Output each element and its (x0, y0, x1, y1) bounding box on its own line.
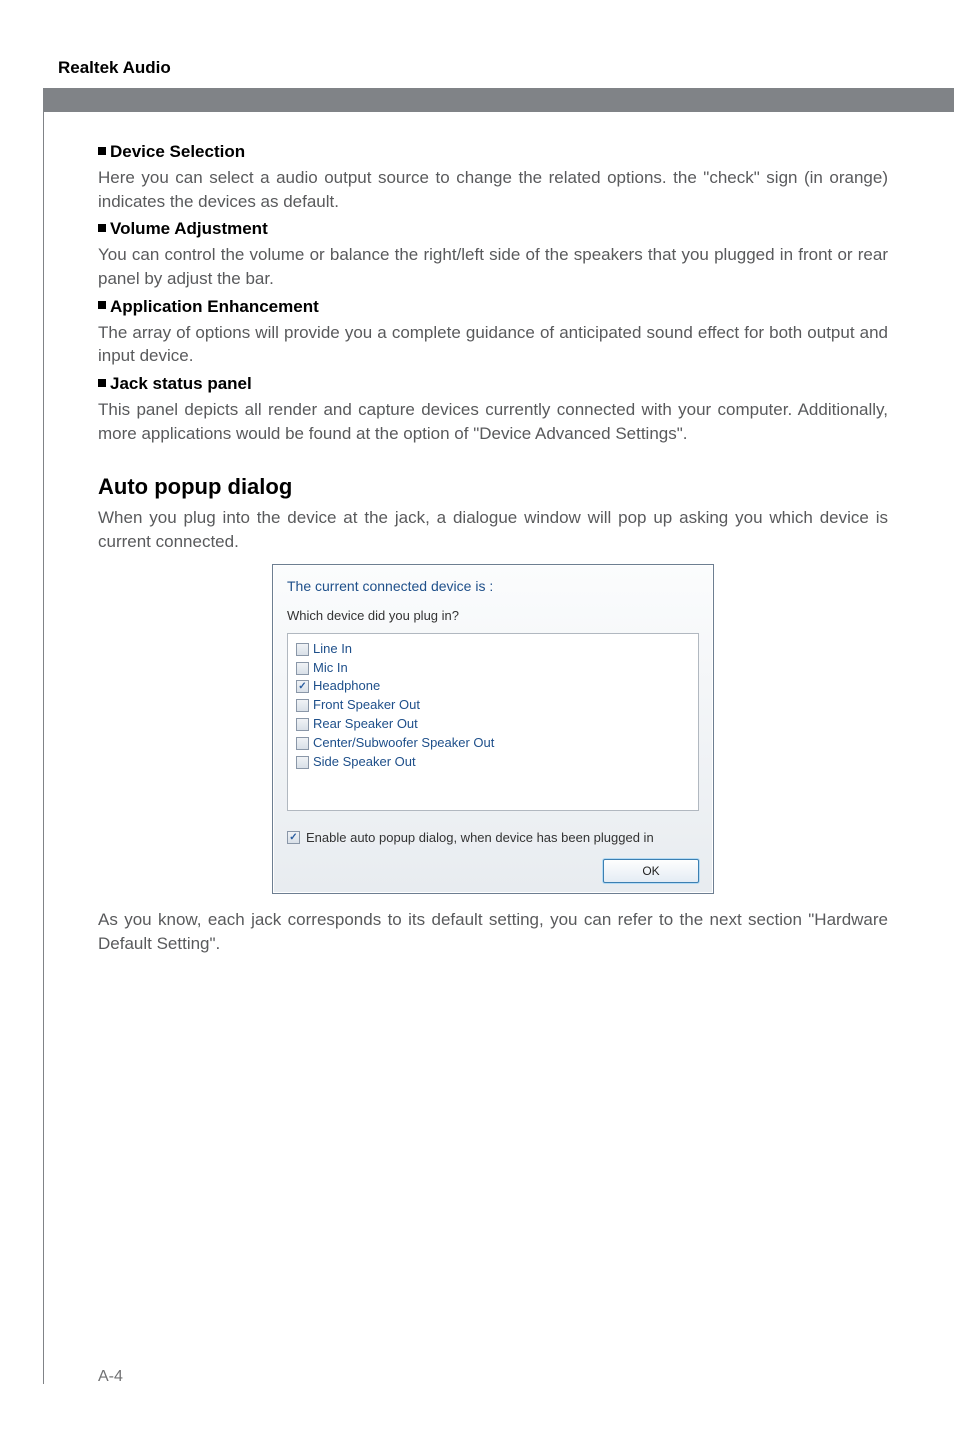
device-option[interactable]: Line In (296, 640, 690, 659)
checkbox-icon[interactable] (296, 756, 309, 769)
content-area: Device Selection Here you can select a a… (98, 140, 888, 960)
heading-auto-popup: Auto popup dialog (98, 472, 888, 503)
ok-button[interactable]: OK (603, 859, 699, 883)
heading-text: Device Selection (110, 142, 245, 161)
heading-application-enhancement: Application Enhancement (98, 295, 888, 319)
checkbox-icon[interactable] (296, 737, 309, 750)
checkbox-icon[interactable] (287, 831, 300, 844)
page-number: A-4 (98, 1368, 123, 1386)
enable-label: Enable auto popup dialog, when device ha… (306, 829, 654, 847)
para-device-selection: Here you can select a audio output sourc… (98, 166, 888, 214)
left-margin-rule (43, 88, 44, 1384)
heading-text: Volume Adjustment (110, 219, 268, 238)
device-list: Line In Mic In Headphone Front Speaker O… (287, 633, 699, 811)
device-label: Mic In (313, 659, 348, 678)
device-label: Side Speaker Out (313, 753, 416, 772)
para-auto-popup-outro: As you know, each jack corresponds to it… (98, 908, 888, 956)
bullet-icon (98, 147, 106, 155)
device-option[interactable]: Mic In (296, 659, 690, 678)
para-auto-popup-intro: When you plug into the device at the jac… (98, 506, 888, 554)
checkbox-icon[interactable] (296, 662, 309, 675)
bullet-icon (98, 301, 106, 309)
device-label: Headphone (313, 677, 380, 696)
device-option[interactable]: Front Speaker Out (296, 696, 690, 715)
enable-auto-popup-row[interactable]: Enable auto popup dialog, when device ha… (287, 829, 699, 847)
header-rule (43, 88, 954, 112)
device-option[interactable]: Center/Subwoofer Speaker Out (296, 734, 690, 753)
para-application-enhancement: The array of options will provide you a … (98, 321, 888, 369)
checkbox-icon[interactable] (296, 680, 309, 693)
device-option[interactable]: Rear Speaker Out (296, 715, 690, 734)
heading-jack-status: Jack status panel (98, 372, 888, 396)
device-label: Center/Subwoofer Speaker Out (313, 734, 494, 753)
device-option[interactable]: Side Speaker Out (296, 753, 690, 772)
checkbox-icon[interactable] (296, 699, 309, 712)
bullet-icon (98, 379, 106, 387)
heading-text: Jack status panel (110, 374, 252, 393)
device-label: Rear Speaker Out (313, 715, 418, 734)
checkbox-icon[interactable] (296, 643, 309, 656)
device-label: Line In (313, 640, 352, 659)
heading-device-selection: Device Selection (98, 140, 888, 164)
device-label: Front Speaker Out (313, 696, 420, 715)
para-jack-status: This panel depicts all render and captur… (98, 398, 888, 446)
dialog-title: The current connected device is : (273, 575, 713, 607)
heading-volume-adjustment: Volume Adjustment (98, 217, 888, 241)
bullet-icon (98, 224, 106, 232)
heading-text: Application Enhancement (110, 297, 319, 316)
para-volume-adjustment: You can control the volume or balance th… (98, 243, 888, 291)
checkbox-icon[interactable] (296, 718, 309, 731)
dialog-prompt: Which device did you plug in? (287, 607, 699, 625)
page-title: Realtek Audio (58, 58, 171, 78)
popup-dialog: The current connected device is : Which … (272, 564, 714, 894)
device-option[interactable]: Headphone (296, 677, 690, 696)
